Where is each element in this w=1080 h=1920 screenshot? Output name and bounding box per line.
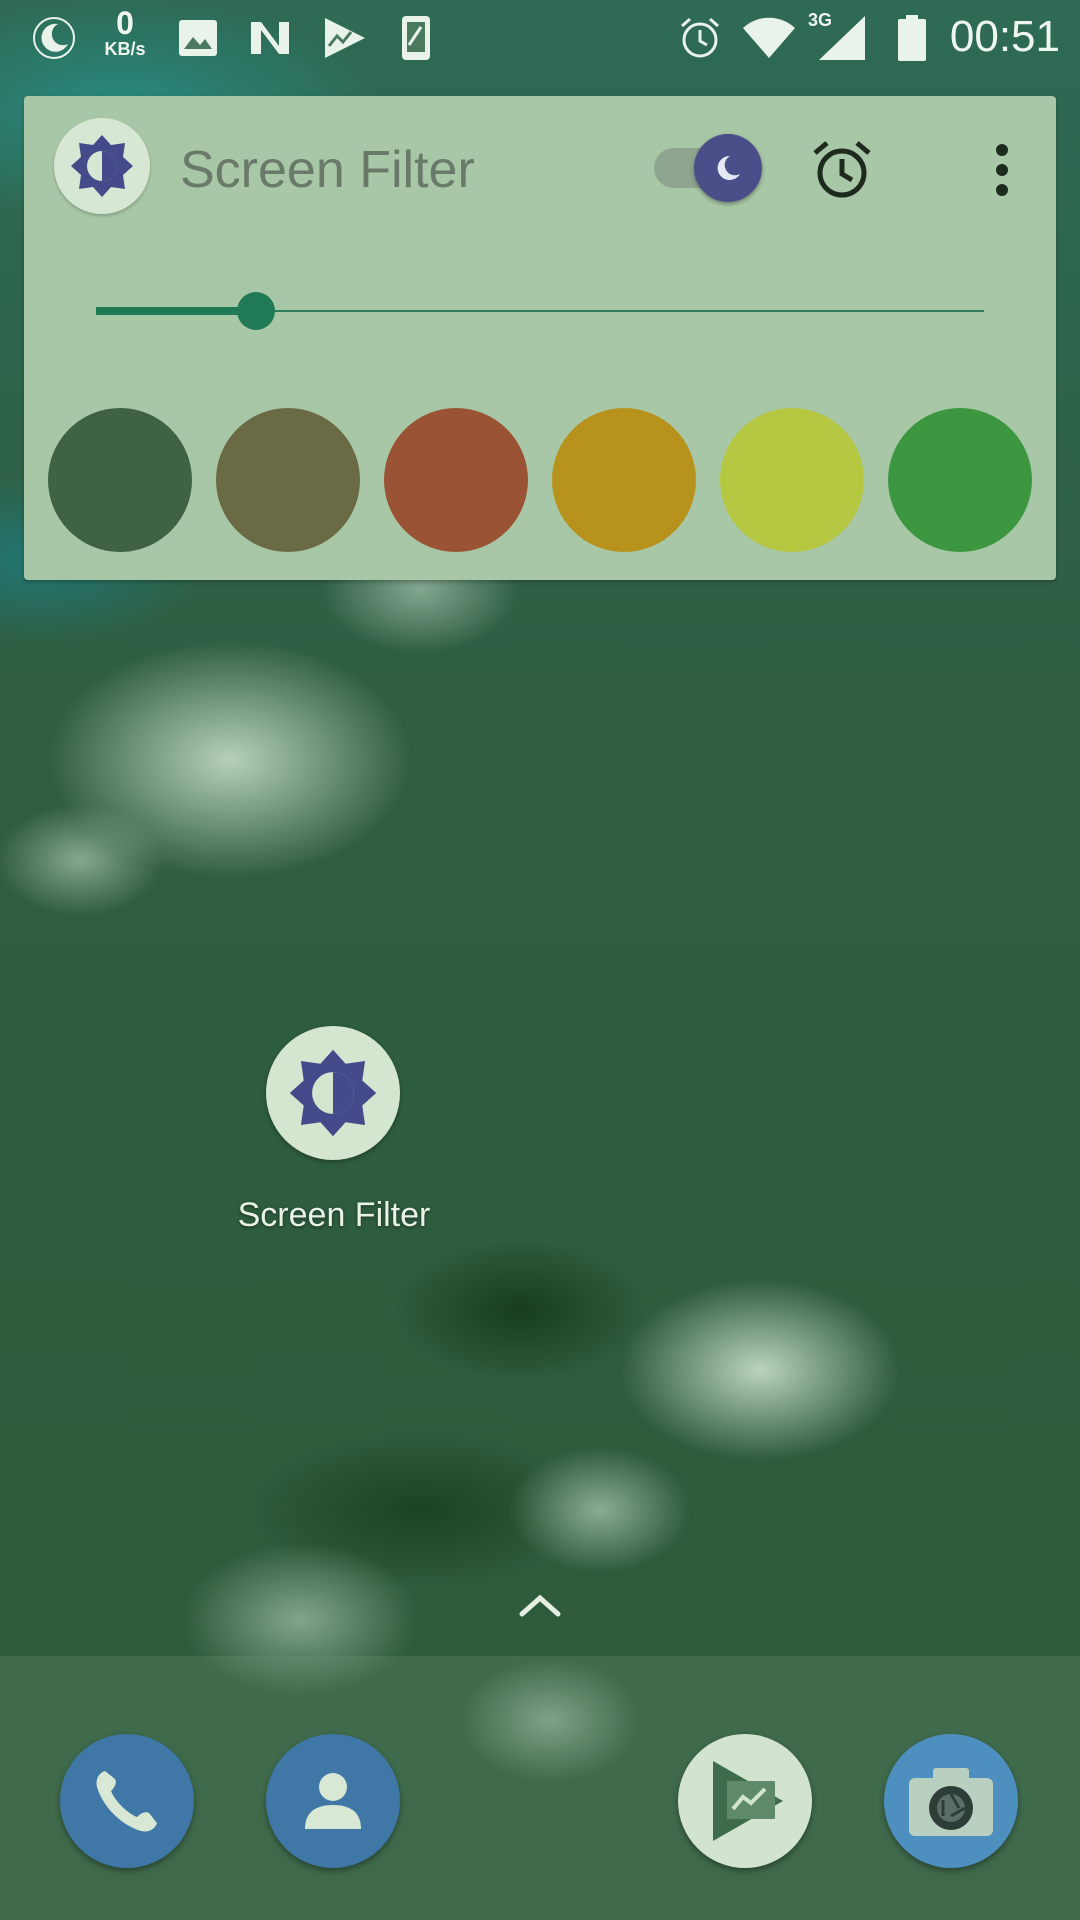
network-speed: 0 KB/s — [96, 6, 154, 58]
alarm-icon — [676, 0, 724, 75]
battery-icon — [894, 0, 930, 75]
speed-unit: KB/s — [104, 39, 146, 59]
swatch-rust[interactable] — [384, 408, 528, 552]
chart-app-icon — [318, 0, 370, 75]
swatch-olive[interactable] — [216, 408, 360, 552]
more-options-button[interactable] — [964, 132, 1040, 208]
swatch-lime[interactable] — [720, 408, 864, 552]
clock: 00:51 — [949, 12, 1060, 61]
signal-icon — [814, 0, 870, 75]
dock-phone[interactable] — [60, 1734, 194, 1868]
intensity-slider-thumb[interactable] — [236, 292, 275, 330]
chevron-up-icon[interactable] — [516, 1590, 564, 1620]
swatch-amber[interactable] — [552, 408, 696, 552]
night-mode-icon — [26, 0, 82, 75]
wifi-icon — [738, 0, 800, 75]
phone-icon — [96, 1771, 157, 1832]
swatch-dark-green[interactable] — [48, 408, 192, 552]
play-movies-icon — [713, 1761, 783, 1841]
dock-camera[interactable] — [884, 1734, 1018, 1868]
shortcut-label[interactable]: Screen Filter — [200, 1196, 468, 1235]
camera-icon — [909, 1768, 993, 1836]
dock-play-movies[interactable] — [678, 1734, 812, 1868]
image-icon — [174, 0, 222, 75]
filter-toggle-knob[interactable] — [694, 134, 762, 202]
intensity-slider-fill — [96, 307, 256, 315]
screen-filter-shortcut[interactable] — [266, 1026, 400, 1160]
moon-icon — [717, 155, 740, 180]
screen-filter-widget: Screen Filter — [24, 96, 1056, 580]
alarm-clock-icon — [813, 141, 871, 198]
brightness-icon — [289, 1049, 377, 1137]
speed-value: 0 — [116, 5, 134, 41]
brightness-icon — [71, 135, 133, 197]
person-icon — [305, 1773, 361, 1829]
widget-app-icon[interactable] — [54, 118, 150, 214]
n-icon — [244, 0, 296, 75]
schedule-button[interactable] — [804, 132, 880, 208]
widget-title: Screen Filter — [180, 141, 475, 199]
status-bar: 0 KB/s 3G 00:51 — [0, 0, 1080, 75]
dock-contacts[interactable] — [266, 1734, 400, 1868]
color-swatches — [48, 408, 1080, 554]
phone-device-icon — [396, 0, 436, 75]
more-vert-icon — [996, 144, 1008, 196]
swatch-green[interactable] — [888, 408, 1032, 552]
